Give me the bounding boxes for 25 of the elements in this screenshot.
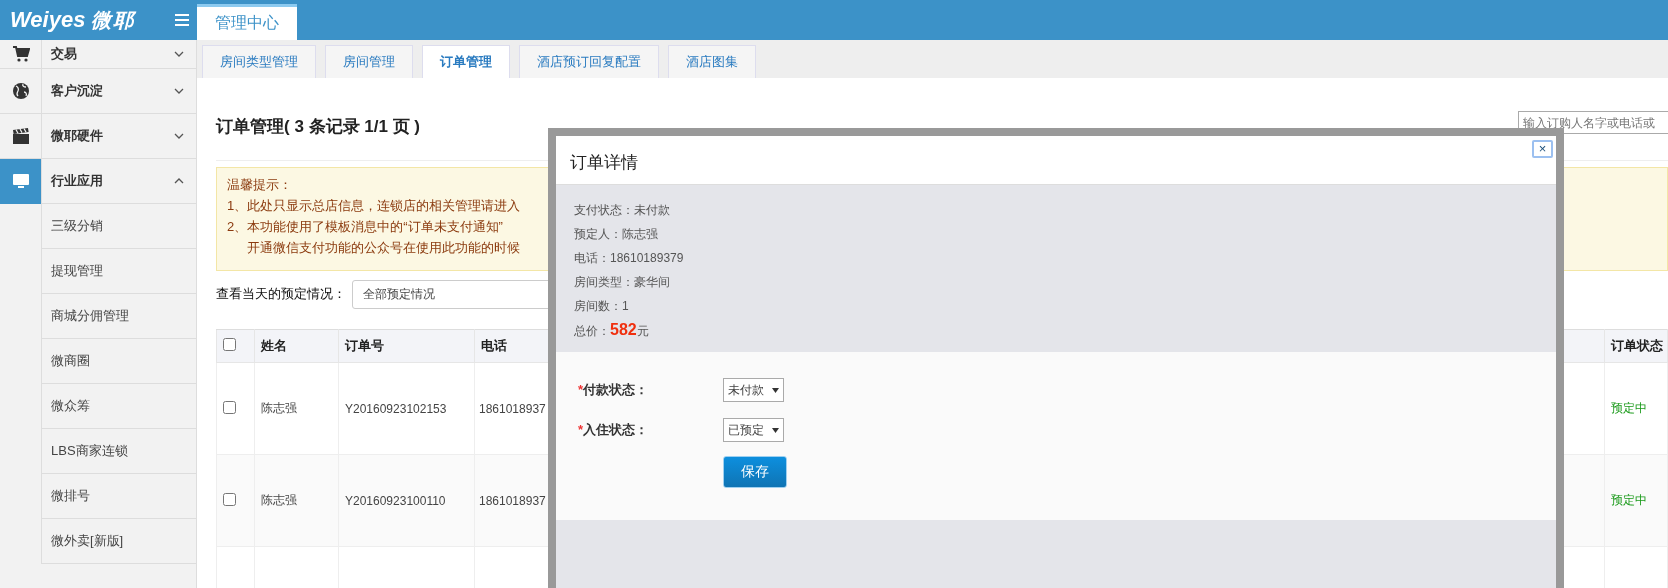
field-label: *入住状态： — [578, 421, 650, 439]
notice-title: 温馨提示： — [227, 176, 292, 194]
filter-label: 查看当天的预定情况： — [216, 285, 346, 303]
column-header: 姓名 — [254, 329, 339, 363]
notice-text: 开通微信支付功能的公众号在使用此功能的时候 — [247, 239, 520, 257]
table-cell: Y20160923102153 — [338, 362, 475, 455]
field-label: *付款状态： — [578, 381, 650, 399]
status-text: 预定中 — [1611, 401, 1647, 415]
notice-text: 1、此处只显示总店信息，连锁店的相关管理请进入 — [227, 197, 521, 215]
table-cell: 陈志强 — [254, 362, 339, 455]
order-detail-text: 总价：582元 — [574, 320, 650, 340]
order-detail-text: 支付状态：未付款 — [574, 202, 671, 219]
logo: Weiyes 微耶 — [10, 6, 136, 34]
order-detail-text: 房间数：1 — [574, 298, 630, 315]
order-detail-text: 房间类型：豪华间 — [574, 274, 671, 291]
order-detail-text: 预定人：陈志强 — [574, 226, 659, 243]
order-detail-text: 电话：18610189379 — [574, 250, 685, 267]
dialog-title: 订单详情 — [570, 152, 638, 174]
column-header: 订单号 — [338, 329, 475, 363]
table-cell: Y20160923100110 — [338, 454, 475, 547]
table-cell: 陈志强 — [254, 454, 339, 547]
status-text: 预定中 — [1611, 493, 1647, 507]
column-header: 订单状态 — [1604, 329, 1668, 363]
page-title: 订单管理( 3 条记录 1/1 页 ) — [216, 116, 421, 138]
notice-text: 2、本功能使用了模板消息中的“订单未支付通知” — [227, 218, 503, 236]
